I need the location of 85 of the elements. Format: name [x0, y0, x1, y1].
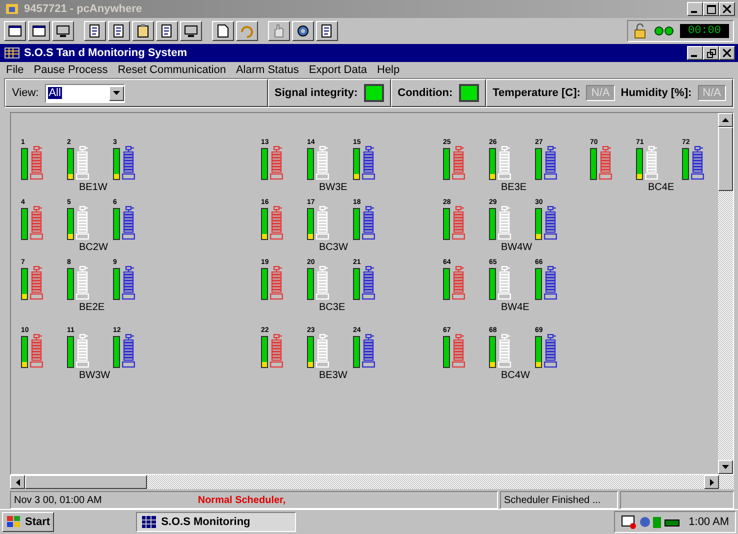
toolbar-button[interactable]	[4, 21, 26, 41]
tray-icon	[620, 514, 681, 530]
toolbar-button[interactable]	[132, 21, 154, 41]
minimize-button[interactable]	[687, 2, 703, 16]
menu-item[interactable]: Alarm Status	[236, 64, 299, 76]
grid-icon	[141, 514, 158, 530]
toolbar-button[interactable]	[212, 21, 234, 41]
temperature-label: Temperature [C]:	[492, 87, 580, 99]
close-button[interactable]	[719, 2, 735, 16]
scroll-thumb[interactable]	[718, 127, 733, 191]
session-timer: 00:00	[680, 24, 729, 38]
window-title: S.O.S Tan d Monitoring System	[24, 47, 188, 59]
close-icon	[723, 49, 731, 57]
app-icon	[4, 1, 20, 17]
scroll-down-button[interactable]	[718, 460, 733, 474]
monitor-icon	[183, 23, 199, 39]
toolbar-button[interactable]	[28, 21, 50, 41]
status-mode: Normal Scheduler,	[198, 494, 286, 506]
group-name: BW4W	[501, 242, 532, 253]
close-button[interactable]	[719, 46, 735, 60]
left-arrow-icon	[16, 478, 20, 486]
window-icon	[31, 23, 47, 39]
group-name: BW3W	[79, 370, 110, 381]
restore-icon	[706, 48, 716, 58]
undo-icon	[239, 23, 255, 39]
view-dropdown[interactable]: All	[44, 84, 125, 102]
toolbar-button[interactable]	[236, 21, 258, 41]
maximize-icon	[706, 4, 716, 14]
signal-integrity-label: Signal integrity:	[274, 87, 358, 99]
close-icon	[723, 5, 731, 13]
group-name: BC4W	[501, 370, 530, 381]
menu-item[interactable]: File	[6, 64, 24, 76]
scroll-thumb[interactable]	[25, 475, 147, 489]
toolbar-button[interactable]	[52, 21, 74, 41]
start-button[interactable]: Start	[2, 512, 54, 532]
group-name: BC4E	[648, 182, 674, 193]
toolbar-button[interactable]	[84, 21, 106, 41]
window-icon	[7, 23, 23, 39]
menu-item[interactable]: Export Data	[308, 64, 367, 76]
menu-item[interactable]: Reset Communication	[118, 64, 226, 76]
status-message: Scheduler Finished ...	[504, 494, 601, 506]
group-name: BC3E	[319, 302, 346, 313]
toolbar-button[interactable]	[108, 21, 130, 41]
status-lights-icon	[654, 26, 674, 36]
lock-icon	[632, 23, 648, 39]
toolbar-button[interactable]	[180, 21, 202, 41]
toolbar-button[interactable]	[292, 21, 314, 41]
gear-icon	[295, 23, 311, 39]
group-name: BC2W	[79, 242, 108, 253]
monitor-icon	[55, 23, 71, 39]
group-name: BE2E	[79, 302, 105, 313]
group-name: BE3E	[501, 182, 527, 193]
temperature-field: N/A	[586, 85, 615, 101]
humidity-label: Humidity [%]:	[620, 87, 692, 99]
windows-logo-icon	[6, 514, 22, 530]
taskbar-task-button[interactable]: S.O.S Monitoring	[136, 512, 296, 532]
minimize-button[interactable]	[687, 46, 703, 60]
group-name: BE1W	[79, 182, 108, 193]
status-timestamp: Nov 3 00, 01:00 AM	[14, 494, 102, 506]
humidity-field: N/A	[698, 85, 726, 101]
group-name: BW3E	[319, 182, 348, 193]
group-name: BC3W	[319, 242, 348, 253]
toolbar-button[interactable]	[268, 21, 290, 41]
scroll-right-button[interactable]	[704, 475, 719, 489]
maximize-button[interactable]	[703, 2, 719, 16]
toolbar-button[interactable]	[316, 21, 338, 41]
menu-item[interactable]: Pause Process	[34, 64, 108, 76]
group-name: BW4E	[501, 302, 530, 313]
menu-item[interactable]: Help	[377, 64, 400, 76]
down-arrow-icon	[722, 465, 729, 469]
group-name: BE3W	[319, 370, 348, 381]
scroll-left-button[interactable]	[10, 475, 25, 489]
clock: 1:00 AM	[688, 516, 729, 528]
page-icon	[215, 23, 231, 39]
up-arrow-icon	[722, 118, 729, 122]
scroll-up-button[interactable]	[718, 113, 733, 127]
restore-button[interactable]	[703, 46, 719, 60]
toolbar-button[interactable]	[156, 21, 178, 41]
condition-label: Condition:	[398, 87, 453, 99]
view-label: View:	[12, 87, 39, 99]
right-arrow-icon	[710, 478, 714, 486]
caret-icon	[112, 91, 120, 95]
grid-icon	[4, 45, 20, 61]
clipboard-icon	[135, 23, 151, 39]
window-title: 9457721 - pcAnywhere	[24, 3, 144, 15]
